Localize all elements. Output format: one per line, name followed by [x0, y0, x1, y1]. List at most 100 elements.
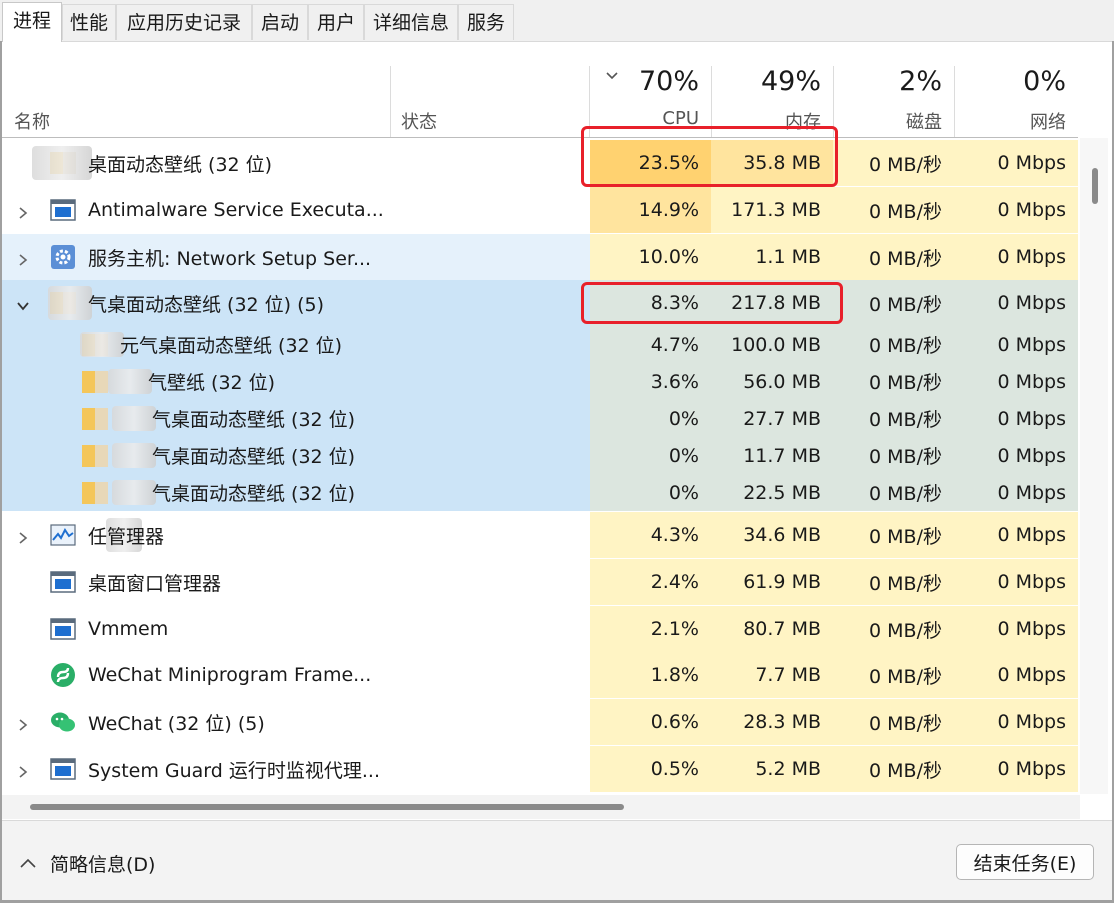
sort-descending-chevron-icon — [606, 72, 618, 80]
cpu-cell: 2.1% — [590, 606, 711, 652]
process-row[interactable]: 桌面动态壁纸 (32 位) 23.5% 35.8 MB 0 MB/秒 0 Mbps — [2, 140, 1078, 186]
redaction-blur — [112, 406, 156, 431]
process-row[interactable]: 桌面窗口管理器 2.4% 61.9 MB 0 MB/秒 0 Mbps — [2, 559, 1078, 605]
chevron-right-icon[interactable] — [16, 715, 30, 731]
disk-cell: 0 MB/秒 — [833, 187, 954, 233]
cpu-cell: 1.8% — [590, 652, 711, 698]
redaction-blur — [32, 146, 92, 180]
chevron-down-icon[interactable] — [16, 296, 30, 311]
disk-cell: 0 MB/秒 — [833, 606, 954, 652]
process-name: WeChat (32 位) (5) — [88, 712, 265, 735]
column-name-label: 名称 — [14, 112, 50, 133]
tab-processes[interactable]: 进程 — [2, 2, 62, 42]
process-row[interactable]: 气桌面动态壁纸 (32 位) (5) 8.3% 217.8 MB 0 MB/秒 0 Mb… — [2, 280, 1078, 326]
cpu-total-percent: 70% — [638, 66, 699, 97]
redaction-blur — [112, 480, 156, 505]
process-name-cell: 桌面窗口管理器 — [2, 559, 590, 605]
end-task-button[interactable]: 结束任务(E) — [956, 844, 1094, 880]
process-row[interactable]: 任管理器 4.3% 34.6 MB 0 MB/秒 0 Mbps — [2, 512, 1078, 558]
network-cell: 0 Mbps — [954, 234, 1078, 280]
memory-cell: 171.3 MB — [711, 187, 833, 233]
disk-cell: 0 MB/秒 — [833, 140, 954, 186]
disk-cell: 0 MB/秒 — [833, 363, 954, 400]
cpu-cell: 3.6% — [590, 363, 711, 400]
chevron-right-icon[interactable] — [16, 762, 30, 778]
horizontal-scrollbar-thumb[interactable] — [30, 804, 624, 810]
column-header-disk[interactable]: 2% 磁盘 — [834, 42, 954, 138]
tab-app-history[interactable]: 应用历史记录 — [116, 4, 252, 40]
column-header-cpu[interactable]: 70% CPU — [590, 42, 711, 138]
process-row[interactable]: Vmmem 2.1% 80.7 MB 0 MB/秒 0 Mbps — [2, 606, 1078, 652]
cpu-cell: 8.3% — [590, 280, 711, 326]
disk-column-label: 磁盘 — [906, 112, 942, 133]
memory-cell: 5.2 MB — [711, 746, 833, 792]
cpu-cell: 4.7% — [590, 326, 711, 363]
process-name: 气桌面动态壁纸 (32 位) — [152, 446, 356, 468]
process-row[interactable]: Antimalware Service Executa... 14.9% 171.3… — [2, 187, 1078, 233]
vertical-scrollbar[interactable] — [1080, 138, 1108, 794]
memory-cell: 11.7 MB — [711, 437, 833, 474]
network-total-percent: 0% — [1023, 66, 1066, 97]
disk-cell: 0 MB/秒 — [833, 437, 954, 474]
network-cell: 0 Mbps — [954, 652, 1078, 698]
process-name-cell: Vmmem — [2, 606, 590, 652]
process-name-cell: WeChat Miniprogram Frame... — [2, 652, 590, 698]
process-row[interactable]: System Guard 运行时监视代理... 0.5% 5.2 MB 0 MB/秒 0… — [2, 746, 1078, 792]
memory-cell: 28.3 MB — [711, 699, 833, 745]
process-row[interactable]: 服务主机: Network Setup Ser... 10.0% 1.1 MB 0 M… — [2, 234, 1078, 280]
redaction-blur — [80, 332, 124, 357]
window-app-icon — [50, 197, 76, 223]
process-name: Antimalware Service Executa... — [88, 199, 384, 221]
process-name: System Guard 运行时监视代理... — [88, 759, 380, 782]
chevron-right-icon[interactable] — [16, 528, 30, 544]
column-header-network[interactable]: 0% 网络 — [955, 42, 1078, 138]
process-row[interactable]: 气桌面动态壁纸 (32 位) 0% 11.7 MB 0 MB/秒 0 Mbps — [2, 437, 1078, 474]
task-manager-icon — [50, 522, 76, 548]
tab-services[interactable]: 服务 — [458, 4, 514, 40]
process-name-cell: WeChat (32 位) (5) — [2, 699, 590, 745]
column-header-name[interactable]: 名称 — [2, 42, 390, 138]
process-row[interactable]: 气壁纸 (32 位) 3.6% 56.0 MB 0 MB/秒 0 Mbps — [2, 363, 1078, 400]
brief-info-label: 简略信息(D) — [50, 853, 156, 876]
gear-icon — [50, 244, 76, 270]
tab-startup[interactable]: 启动 — [252, 4, 308, 40]
window-app-icon — [50, 569, 76, 595]
memory-cell: 1.1 MB — [711, 234, 833, 280]
memory-total-percent: 49% — [760, 66, 821, 97]
tab-bar: 进程 性能 应用历史记录 启动 用户 详细信息 服务 — [0, 0, 1114, 42]
cpu-cell: 23.5% — [590, 140, 711, 186]
tab-performance[interactable]: 性能 — [62, 4, 116, 40]
process-name-cell: 任管理器 — [2, 512, 590, 558]
cpu-cell: 10.0% — [590, 234, 711, 280]
tab-details[interactable]: 详细信息 — [364, 4, 458, 40]
column-header-status[interactable]: 状态 — [391, 42, 589, 138]
blurred-app-icon — [82, 406, 108, 432]
chevron-up-icon — [20, 858, 36, 868]
memory-column-label: 内存 — [785, 112, 821, 133]
brief-info-toggle[interactable]: 简略信息(D) — [20, 848, 155, 878]
tab-users[interactable]: 用户 — [308, 4, 364, 40]
window-app-icon — [50, 616, 76, 642]
process-row[interactable]: 气桌面动态壁纸 (32 位) 0% 22.5 MB 0 MB/秒 0 Mbps — [2, 474, 1078, 511]
process-row[interactable]: 气桌面动态壁纸 (32 位) 0% 27.7 MB 0 MB/秒 0 Mbps — [2, 400, 1078, 437]
process-row[interactable]: 元气桌面动态壁纸 (32 位) 4.7% 100.0 MB 0 MB/秒 0 Mbps — [2, 326, 1078, 363]
column-header-memory[interactable]: 49% 内存 — [712, 42, 833, 138]
redaction-blur — [108, 369, 152, 394]
network-cell: 0 Mbps — [954, 746, 1078, 792]
vertical-scrollbar-thumb[interactable] — [1092, 168, 1098, 204]
cpu-cell: 0% — [590, 400, 711, 437]
footer-bar — [2, 820, 1112, 901]
chevron-right-icon[interactable] — [16, 250, 30, 266]
disk-total-percent: 2% — [899, 66, 942, 97]
disk-cell: 0 MB/秒 — [833, 474, 954, 511]
memory-cell: 217.8 MB — [711, 280, 833, 326]
process-name: 任管理器 — [88, 525, 165, 548]
network-cell: 0 Mbps — [954, 512, 1078, 558]
network-cell: 0 Mbps — [954, 559, 1078, 605]
process-row[interactable]: WeChat (32 位) (5) 0.6% 28.3 MB 0 MB/秒 0 Mbps — [2, 699, 1078, 745]
process-row[interactable]: WeChat Miniprogram Frame... 1.8% 7.7 MB 0 M… — [2, 652, 1078, 698]
memory-cell: 7.7 MB — [711, 652, 833, 698]
memory-cell: 100.0 MB — [711, 326, 833, 363]
chevron-right-icon[interactable] — [16, 203, 30, 219]
memory-cell: 22.5 MB — [711, 474, 833, 511]
